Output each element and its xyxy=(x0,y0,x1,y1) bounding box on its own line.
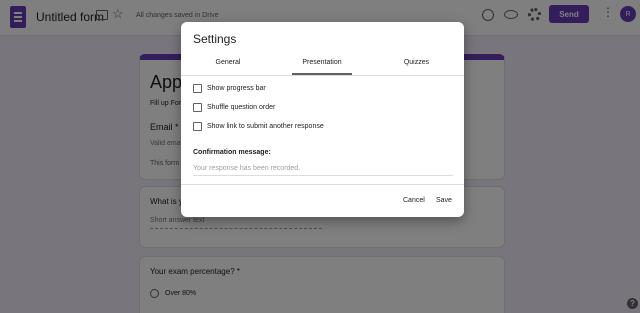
shuffle-question-order-option[interactable]: Shuffle question order xyxy=(193,103,275,112)
tab-quizzes[interactable]: Quizzes xyxy=(369,59,464,66)
tab-presentation[interactable]: Presentation xyxy=(275,59,369,66)
confirmation-message-label: Confirmation message: xyxy=(193,149,271,156)
show-submit-another-link-option[interactable]: Show link to submit another response xyxy=(193,122,324,131)
settings-tabs: General Presentation Quizzes xyxy=(181,54,464,76)
checkbox-icon[interactable] xyxy=(193,84,202,93)
option-label: Shuffle question order xyxy=(207,104,276,111)
tab-general[interactable]: General xyxy=(181,59,275,66)
checkbox-icon[interactable] xyxy=(193,103,202,112)
confirmation-message-input[interactable]: Your response has been recorded. xyxy=(193,165,453,176)
settings-dialog: Settings General Presentation Quizzes Sh… xyxy=(181,22,464,217)
save-button[interactable]: Save xyxy=(436,197,452,204)
active-tab-indicator xyxy=(292,73,352,75)
dialog-divider xyxy=(181,184,464,185)
show-progress-bar-option[interactable]: Show progress bar xyxy=(193,84,266,93)
checkbox-icon[interactable] xyxy=(193,122,202,131)
option-label: Show progress bar xyxy=(207,85,266,92)
cancel-button[interactable]: Cancel xyxy=(403,197,425,204)
option-label: Show link to submit another response xyxy=(207,123,324,130)
dialog-title: Settings xyxy=(193,32,237,46)
